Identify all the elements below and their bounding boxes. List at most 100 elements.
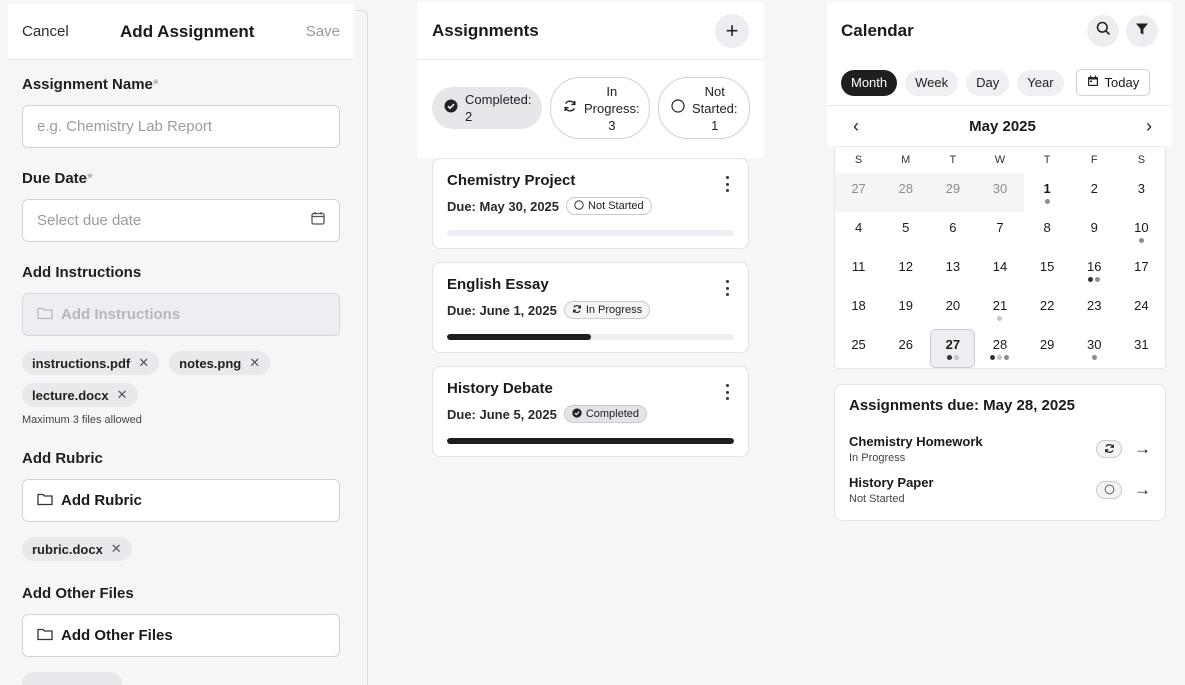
calendar-day[interactable]: 25 <box>835 329 882 368</box>
calendar-day[interactable]: 7 <box>976 212 1023 251</box>
calendar-day[interactable]: 21 <box>976 290 1023 329</box>
filter-button[interactable] <box>1126 15 1158 47</box>
chevron-right-icon[interactable]: › <box>1142 116 1156 137</box>
calendar-day[interactable]: 10 <box>1118 212 1165 251</box>
calendar-day[interactable]: 27 <box>835 173 883 212</box>
calendar-day[interactable]: 24 <box>1118 290 1165 329</box>
tab-day[interactable]: Day <box>966 69 1010 96</box>
calendar-day[interactable]: 19 <box>882 290 929 329</box>
calendar-day[interactable]: 17 <box>1118 251 1165 290</box>
card-due-date: Due: June 5, 2025 <box>447 406 557 422</box>
event-dot <box>1044 199 1050 204</box>
calendar-day[interactable]: 16 <box>1071 251 1118 290</box>
day-number: 15 <box>1039 259 1055 274</box>
day-number: 27 <box>851 181 866 196</box>
search-button[interactable] <box>1087 15 1119 47</box>
cancel-button[interactable]: Cancel <box>22 23 69 40</box>
add-other-files-button[interactable]: Add Other Files <box>22 614 340 657</box>
calendar-icon <box>311 211 325 230</box>
arrow-right-icon[interactable]: → <box>1134 480 1151 500</box>
calendar-day[interactable]: 29 <box>929 173 977 212</box>
tab-year[interactable]: Year <box>1017 69 1064 96</box>
filter-not-started[interactable]: Not Started: 1 <box>658 77 750 139</box>
calendar-day[interactable]: 31 <box>1118 329 1165 368</box>
assignment-card[interactable]: English Essay Due: June 1, 2025 In Progr… <box>432 262 749 353</box>
calendar-day[interactable]: 28 <box>882 173 930 212</box>
calendar-day[interactable]: 6 <box>929 212 976 251</box>
calendar-day[interactable]: 5 <box>882 212 929 251</box>
calendar-day[interactable]: 18 <box>835 290 882 329</box>
calendar-day[interactable]: 11 <box>835 251 882 290</box>
calendar-title: Calendar <box>841 21 914 40</box>
due-assignments-card: Assignments due: May 28, 2025 Chemistry … <box>834 384 1166 521</box>
file-chip: rubric.docx ✕ <box>22 537 132 561</box>
calendar-panel: Calendar Month Week Day Year Today ‹ May… <box>827 2 1172 685</box>
day-number: 9 <box>1090 220 1098 235</box>
calendar-day[interactable]: 13 <box>929 251 976 290</box>
filter-in-progress[interactable]: In Progress: 3 <box>550 77 650 139</box>
more-options-icon[interactable] <box>720 280 734 296</box>
save-button[interactable]: Save <box>306 23 340 40</box>
event-dot <box>953 355 959 360</box>
file-chip: lecture.docx ✕ <box>22 383 138 407</box>
refresh-icon <box>563 99 577 117</box>
day-number: 29 <box>945 181 961 196</box>
calendar-day[interactable]: 29 <box>1024 329 1071 368</box>
due-item[interactable]: Chemistry Homework In Progress → <box>849 428 1151 469</box>
calendar-day[interactable]: 26 <box>882 329 929 368</box>
file-chip: notes.png ✕ <box>169 351 271 375</box>
calendar-day[interactable]: 20 <box>929 290 976 329</box>
remove-file-icon[interactable]: ✕ <box>138 355 149 371</box>
day-number: 14 <box>992 259 1008 274</box>
assignment-name-input[interactable] <box>22 105 340 148</box>
event-dots <box>1044 199 1050 204</box>
tab-month[interactable]: Month <box>841 69 898 96</box>
calendar-day[interactable]: 8 <box>1024 212 1071 251</box>
calendar-day[interactable]: 1 <box>1024 173 1071 212</box>
check-circle-icon <box>572 407 582 421</box>
day-number: 29 <box>1039 337 1055 352</box>
due-date-label: Due Date* <box>22 170 93 187</box>
assignment-card[interactable]: Chemistry Project Due: May 30, 2025 Not … <box>432 158 749 249</box>
calendar-day[interactable]: 4 <box>835 212 882 251</box>
tab-week[interactable]: Week <box>905 69 959 96</box>
folder-icon <box>37 306 53 324</box>
calendar-day[interactable]: 22 <box>1024 290 1071 329</box>
calendar-day[interactable]: 30 <box>1071 329 1118 368</box>
remove-file-icon[interactable]: ✕ <box>117 387 128 403</box>
add-assignment-button[interactable]: + <box>715 13 749 48</box>
calendar-day[interactable]: 12 <box>882 251 929 290</box>
event-dot <box>997 355 1003 360</box>
month-navigation: ‹ May 2025 › <box>827 106 1172 146</box>
chevron-left-icon[interactable]: ‹ <box>849 116 863 137</box>
assignment-card[interactable]: History Debate Due: June 5, 2025 Complet… <box>432 366 749 457</box>
filter-completed[interactable]: Completed: 2 <box>432 87 542 129</box>
card-title: Chemistry Project <box>447 172 576 189</box>
more-options-icon[interactable] <box>720 384 734 400</box>
calendar-day[interactable]: 2 <box>1071 173 1118 212</box>
calendar-day[interactable]: 9 <box>1071 212 1118 251</box>
remove-file-icon[interactable]: ✕ <box>111 541 122 557</box>
calendar-day[interactable]: 23 <box>1071 290 1118 329</box>
check-circle-icon <box>444 99 458 117</box>
empty-circle-icon <box>671 99 685 117</box>
arrow-right-icon[interactable]: → <box>1134 439 1151 459</box>
calendar-day[interactable]: 30 <box>976 173 1024 212</box>
due-date-picker[interactable]: Select due date <box>22 199 340 242</box>
add-rubric-button[interactable]: Add Rubric <box>22 479 340 522</box>
calendar-day[interactable]: 15 <box>1024 251 1071 290</box>
folder-icon <box>37 627 53 645</box>
today-button[interactable]: Today <box>1075 69 1151 96</box>
day-number: 19 <box>898 298 913 313</box>
remove-file-icon[interactable]: ✕ <box>249 355 260 371</box>
calendar-icon <box>1087 75 1099 90</box>
event-dot <box>946 355 952 360</box>
calendar-day[interactable]: 28 <box>976 329 1023 368</box>
calendar-day-selected[interactable]: 27 <box>930 329 976 368</box>
due-item[interactable]: History Paper Not Started → <box>849 469 1151 510</box>
calendar-day[interactable]: 3 <box>1118 173 1165 212</box>
calendar-day[interactable]: 14 <box>976 251 1023 290</box>
add-instructions-button[interactable]: Add Instructions <box>22 293 340 336</box>
more-options-icon[interactable] <box>720 176 734 192</box>
view-switcher: Month Week Day Year Today <box>827 60 1172 106</box>
